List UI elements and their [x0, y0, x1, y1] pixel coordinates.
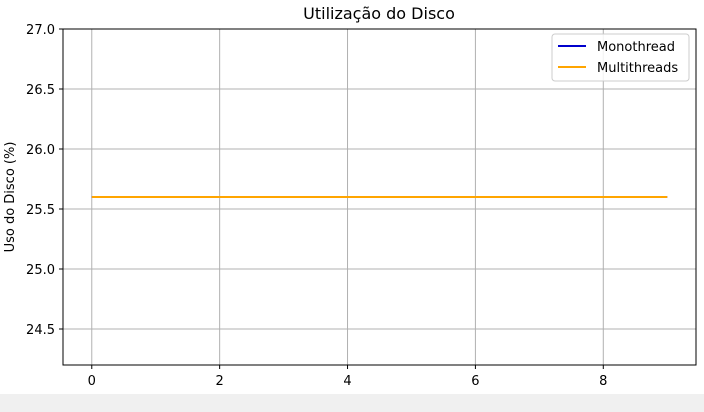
x-tick-label: 8	[599, 374, 607, 389]
x-axis: 0 2 4 6 8	[88, 365, 607, 389]
legend-label: Monothread	[597, 40, 675, 55]
legend-label: Multithreads	[597, 61, 678, 76]
disk-usage-chart: Utilização do Disco Uso do Disco (%) 024…	[3, 4, 697, 389]
y-axis-label: Uso do Disco (%)	[3, 142, 18, 253]
y-axis: 24.5 25.0 25.5 26.0 26.5 27.0	[26, 23, 63, 338]
y-tick-label: 25.0	[26, 263, 55, 278]
y-tick-label: 25.5	[26, 203, 55, 218]
legend: Monothread Multithreads	[551, 33, 690, 82]
bottom-bar	[0, 394, 704, 412]
y-tick-label: 26.5	[26, 83, 55, 98]
y-tick-label: 27.0	[26, 23, 55, 38]
x-tick-label: 6	[471, 374, 479, 389]
x-tick-label: 2	[216, 374, 224, 389]
x-tick-label: 4	[343, 374, 351, 389]
chart-title: Utilização do Disco	[303, 4, 455, 23]
y-tick-label: 24.5	[26, 323, 55, 338]
x-tick-label: 0	[88, 374, 96, 389]
y-tick-label: 26.0	[26, 143, 55, 158]
